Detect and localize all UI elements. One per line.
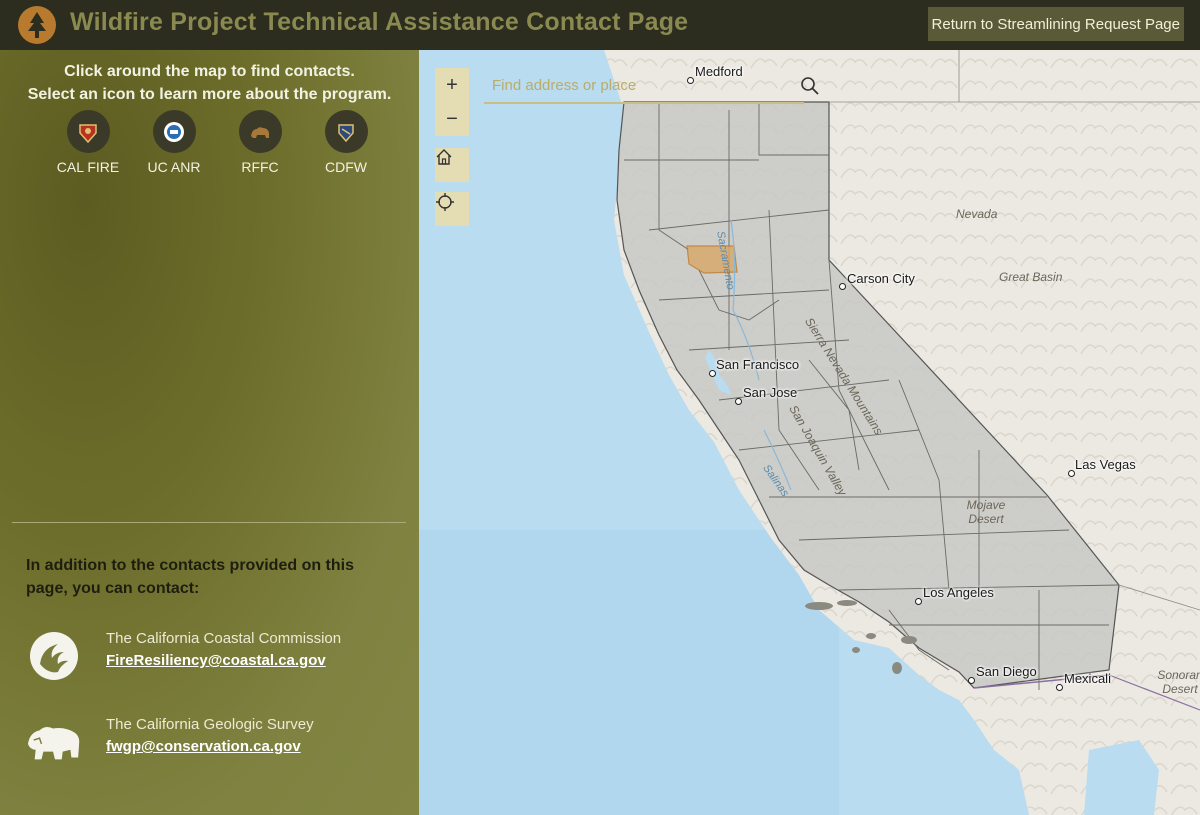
crosshair-locate-icon (436, 193, 454, 211)
additional-contacts-heading: In addition to the contacts provided on … (26, 557, 354, 597)
org-label: CAL FIRE (56, 159, 120, 175)
map-search-input[interactable] (484, 70, 774, 100)
city-dot (709, 370, 716, 377)
org-uc-anr[interactable]: UC ANR (131, 110, 217, 175)
city-dot (735, 398, 742, 405)
org-icon-row: CAL FIRE UC ANR RFFC CDFW (45, 110, 389, 175)
uc-anr-icon[interactable] (152, 110, 196, 153)
intro-text: Click around the map to find contacts. S… (0, 60, 419, 106)
region-label-mojave-desert: Mojave Desert (966, 498, 1006, 526)
region-label-great-basin: Great Basin (999, 270, 1063, 284)
cdfw-icon[interactable] (324, 110, 368, 153)
intro-line-2: Select an icon to learn more about the p… (27, 86, 392, 103)
home-button[interactable] (435, 148, 469, 182)
home-icon (436, 149, 452, 165)
org-cal-fire[interactable]: CAL FIRE (45, 110, 131, 175)
app-header: Wildfire Project Technical Assistance Co… (0, 0, 1200, 50)
region-label-sonoran-desert: Sonoran Desert (1157, 668, 1200, 696)
org-label: UC ANR (147, 159, 201, 175)
sidebar-divider (12, 522, 406, 523)
page-title: Wildfire Project Technical Assistance Co… (70, 8, 689, 36)
contact-name: The California Coastal Commission (106, 630, 342, 647)
contact-geologic-survey: The California Geologic Survey fwgp@cons… (26, 714, 314, 770)
intro-line-1: Click around the map to find contacts. (64, 63, 355, 80)
map-search-box (484, 68, 819, 104)
region-label-nevada: Nevada (956, 207, 998, 221)
city-dot (968, 677, 975, 684)
contact-name: The California Geologic Survey (106, 716, 314, 733)
city-label-carson-city: Carson City (847, 271, 915, 286)
city-label-san-diego: San Diego (976, 664, 1037, 679)
org-label: RFFC (241, 159, 279, 175)
city-dot (1056, 684, 1063, 691)
map-view[interactable]: Medford Carson City San Francisco San Jo… (419, 50, 1200, 815)
city-label-las-vegas: Las Vegas (1075, 457, 1136, 472)
contact-coastal-commission: The California Coastal Commission FireRe… (26, 628, 341, 684)
cal-fire-icon[interactable] (66, 110, 110, 153)
zoom-controls: + − (435, 68, 469, 136)
sidebar-panel: Click around the map to find contacts. S… (0, 50, 419, 815)
org-rffc[interactable]: RFFC (217, 110, 303, 175)
coastal-commission-icon (26, 628, 82, 684)
contact-email-link[interactable]: fwgp@conservation.ca.gov (106, 738, 301, 755)
locate-button[interactable] (435, 192, 469, 226)
return-to-streamlining-button[interactable]: Return to Streamlining Request Page (927, 7, 1184, 41)
bear-icon (26, 714, 82, 770)
zoom-in-button[interactable]: + (435, 68, 469, 102)
city-label-los-angeles: Los Angeles (923, 585, 994, 600)
city-label-mexicali: Mexicali (1064, 671, 1111, 686)
city-label-san-francisco: San Francisco (716, 357, 800, 372)
city-dot (839, 283, 846, 290)
tree-logo-icon (18, 6, 56, 44)
org-cdfw[interactable]: CDFW (303, 110, 389, 175)
contact-email-link[interactable]: FireResiliency@coastal.ca.gov (106, 652, 326, 669)
org-label: CDFW (325, 159, 367, 175)
zoom-out-button[interactable]: − (435, 102, 469, 136)
rffc-icon[interactable] (238, 110, 282, 153)
city-dot (915, 598, 922, 605)
city-dot (1068, 470, 1075, 477)
